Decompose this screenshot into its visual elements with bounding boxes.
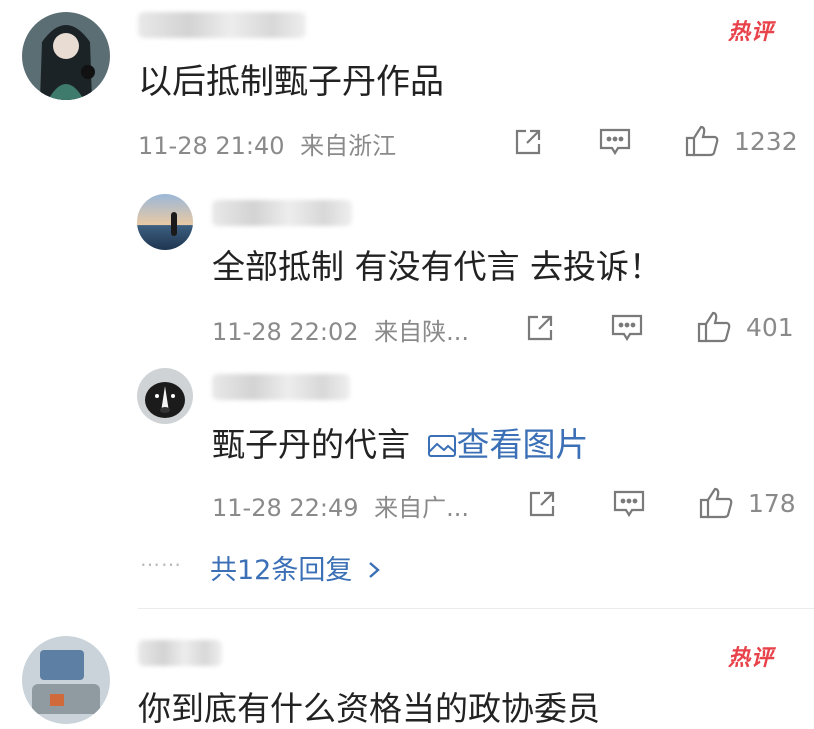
avatar[interactable]	[137, 194, 193, 250]
reply-time: 11-28 22:49	[212, 494, 359, 522]
comment-time: 11-28 21:40	[138, 132, 285, 160]
comment-text: 以后抵制甄子丹作品	[138, 62, 444, 102]
thumbs-up-icon[interactable]	[698, 486, 734, 520]
more-replies-label: 共12条回复	[210, 555, 353, 586]
reply-text: 全部抵制 有没有代言 去投诉！	[212, 247, 662, 286]
comment-meta: 11-28 21:40 来自浙江	[138, 126, 396, 161]
comment-icon[interactable]	[610, 312, 644, 344]
more-replies-dots: ……	[140, 547, 182, 571]
chevron-right-icon	[367, 556, 381, 587]
image-icon	[427, 427, 457, 466]
username-blurred[interactable]	[138, 12, 306, 38]
hot-comment-badge: 热评	[728, 20, 775, 45]
comment-location: 来自浙江	[300, 132, 397, 160]
more-replies-link[interactable]: 共12条回复	[210, 548, 381, 587]
thumbs-up-icon[interactable]	[684, 124, 720, 158]
view-image-link[interactable]: 查看图片	[427, 425, 589, 464]
reply-location: 来自广...	[374, 494, 470, 522]
username-blurred[interactable]	[138, 640, 222, 666]
username-blurred[interactable]	[212, 374, 350, 400]
reply-meta: 11-28 22:02 来自陕...	[212, 312, 469, 347]
reply-meta: 11-28 22:49 来自广...	[212, 488, 469, 523]
reply-location: 来自陕...	[374, 318, 470, 346]
avatar[interactable]	[22, 12, 110, 100]
divider	[138, 608, 814, 609]
like-count: 1232	[734, 127, 798, 156]
comment-icon[interactable]	[612, 488, 646, 520]
avatar[interactable]	[137, 368, 193, 424]
share-icon[interactable]	[526, 488, 558, 520]
reply-text: 甄子丹的代言 查看图片	[212, 418, 589, 466]
comment-icon[interactable]	[598, 126, 632, 158]
thumbs-up-icon[interactable]	[696, 310, 732, 344]
reply-text-body: 甄子丹的代言	[212, 425, 410, 464]
reply-time: 11-28 22:02	[212, 318, 359, 346]
share-icon[interactable]	[524, 312, 556, 344]
avatar[interactable]	[22, 636, 110, 724]
view-image-label: 查看图片	[456, 425, 589, 464]
username-blurred[interactable]	[212, 200, 352, 226]
comment-text: 你到底有什么资格当的政协委员	[138, 689, 600, 728]
share-icon[interactable]	[512, 126, 544, 158]
like-count: 178	[748, 489, 796, 518]
hot-comment-badge: 热评	[728, 646, 775, 671]
like-count: 401	[746, 313, 794, 342]
